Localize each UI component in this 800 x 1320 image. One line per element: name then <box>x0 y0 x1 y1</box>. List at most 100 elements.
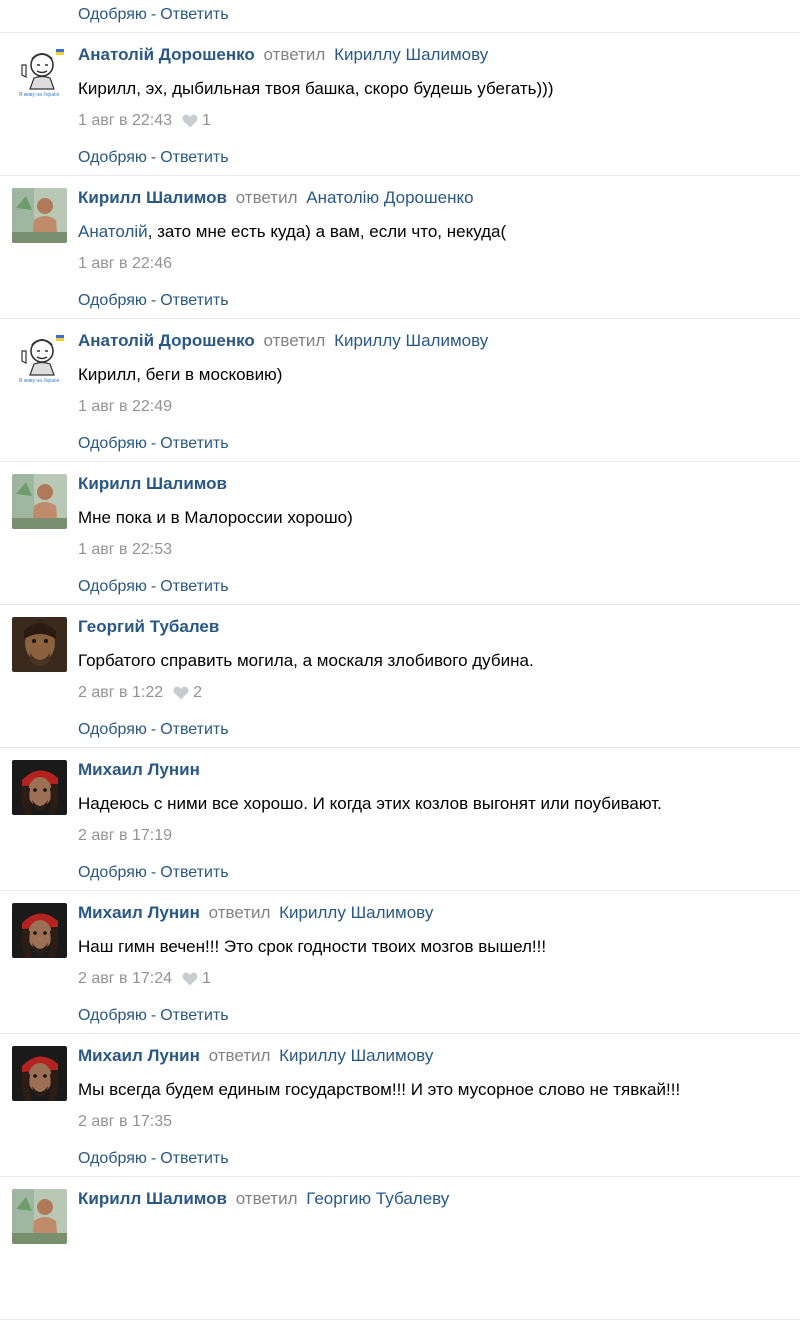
comment-header: Георгий Тубалев <box>78 617 219 637</box>
replied-label: ответил <box>208 1046 271 1065</box>
reply-target-link[interactable]: Кириллу Шалимову <box>279 1046 433 1065</box>
author-name-link[interactable]: Кирилл Шалимов <box>78 1189 227 1208</box>
replied-label: ответил <box>263 331 326 350</box>
approve-link[interactable]: Одобряю <box>78 1150 147 1167</box>
comment-header: Кирилл Шалимов <box>78 474 227 494</box>
replied-label: ответил <box>235 1189 298 1208</box>
author-name-link[interactable]: Кирилл Шалимов <box>78 188 227 207</box>
comment-item: Михаил Лунин ответил Кириллу Шалимову На… <box>0 891 800 1034</box>
reply-target-link[interactable]: Кириллу Шалимову <box>279 903 433 922</box>
comment-header: Анатолій Дорошенко ответил Кириллу Шалим… <box>78 45 488 65</box>
comment-meta: 2 авг в 17:24 1 <box>78 970 211 988</box>
action-separator: - <box>150 1150 157 1167</box>
author-name-link[interactable]: Георгий Тубалев <box>78 617 219 636</box>
timestamp-link[interactable]: 1 авг в 22:43 <box>78 112 172 130</box>
approve-link[interactable]: Одобряю <box>78 721 147 738</box>
comment-text: Анатолій, зато мне есть куда) а вам, есл… <box>78 222 506 242</box>
author-name-link[interactable]: Анатолій Дорошенко <box>78 45 255 64</box>
comment-item: Михаил Лунин ответил Кириллу Шалимову Мы… <box>0 1034 800 1177</box>
reply-target-link[interactable]: Георгию Тубалеву <box>306 1189 449 1208</box>
avatar[interactable] <box>12 617 67 672</box>
approve-link[interactable]: Одобряю <box>78 292 147 309</box>
reply-link[interactable]: Ответить <box>160 864 228 881</box>
reply-link[interactable]: Ответить <box>160 721 228 738</box>
comment-item: Кирилл Шалимов Мне пока и в Малороссии х… <box>0 462 800 605</box>
comment-body-text: Надеюсь с ними все хорошо. И когда этих … <box>78 794 662 813</box>
approve-link[interactable]: Одобряю <box>78 435 147 452</box>
comment-actions: Одобряю - Ответить <box>78 6 229 24</box>
comment-body-text: Кирилл, эх, дыбильная твоя башка, скоро … <box>78 79 554 98</box>
heart-icon <box>182 114 198 128</box>
approve-link[interactable]: Одобряю <box>78 864 147 881</box>
author-name-link[interactable]: Михаил Лунин <box>78 903 200 922</box>
avatar[interactable] <box>12 1189 67 1244</box>
approve-link[interactable]: Одобряю <box>78 149 147 166</box>
comment-item: Анатолій, ты олень) 1 авг в 22:42 Одобря… <box>0 0 800 33</box>
comment-actions: Одобряю - Ответить <box>78 1007 229 1025</box>
comment-meta: 1 авг в 22:53 <box>78 541 172 559</box>
avatar[interactable] <box>12 903 67 958</box>
timestamp-link[interactable]: 1 авг в 22:53 <box>78 541 172 559</box>
comment-body-text: , зато мне есть куда) а вам, если что, н… <box>147 222 507 241</box>
reply-link[interactable]: Ответить <box>160 292 228 309</box>
reply-target-link[interactable]: Анатолію Дорошенко <box>306 188 473 207</box>
replied-label: ответил <box>263 45 326 64</box>
comment-item: Георгий Тубалев Горбатого справить могил… <box>0 605 800 748</box>
replied-label: ответил <box>235 188 298 207</box>
approve-link[interactable]: Одобряю <box>78 578 147 595</box>
avatar[interactable] <box>12 1046 67 1101</box>
comment-actions: Одобряю - Ответить <box>78 292 229 310</box>
approve-link[interactable]: Одобряю <box>78 6 147 23</box>
comment-actions: Одобряю - Ответить <box>78 1150 229 1168</box>
timestamp-link[interactable]: 1 авг в 22:49 <box>78 398 172 416</box>
avatar[interactable] <box>12 474 67 529</box>
timestamp-link[interactable]: 2 авг в 17:24 <box>78 970 172 988</box>
reply-link[interactable]: Ответить <box>160 1007 228 1024</box>
comment-item: Я живу на Україні Анатолій Дорошенко отв… <box>0 319 800 462</box>
comment-meta: 2 авг в 17:35 <box>78 1113 172 1131</box>
action-separator: - <box>150 149 157 166</box>
timestamp-link[interactable]: 2 авг в 17:19 <box>78 827 172 845</box>
avatar[interactable] <box>12 188 67 243</box>
reply-target-link[interactable]: Кириллу Шалимову <box>334 45 488 64</box>
author-name-link[interactable]: Кирилл Шалимов <box>78 474 227 493</box>
like-button[interactable]: 1 <box>182 970 211 988</box>
reply-link[interactable]: Ответить <box>160 435 228 452</box>
timestamp-link[interactable]: 1 авг в 22:46 <box>78 255 172 273</box>
comment-actions: Одобряю - Ответить <box>78 864 229 882</box>
comment-body-text: Кирилл, беги в московию) <box>78 365 283 384</box>
comment-meta: 1 авг в 22:49 <box>78 398 172 416</box>
avatar[interactable] <box>12 760 67 815</box>
reply-link[interactable]: Ответить <box>160 578 228 595</box>
comment-text: Горбатого справить могила, а москаля зло… <box>78 651 534 671</box>
comment-text: Мы всегда будем единым государством!!! И… <box>78 1080 680 1100</box>
author-name-link[interactable]: Анатолій Дорошенко <box>78 331 255 350</box>
avatar-photo-icon <box>12 474 67 529</box>
like-button[interactable]: 2 <box>173 684 202 702</box>
comment-meta: 2 авг в 1:22 2 <box>78 684 202 702</box>
comment-body-text: Горбатого справить могила, а москаля зло… <box>78 651 534 670</box>
action-separator: - <box>150 1007 157 1024</box>
comment-meta: 1 авг в 22:46 <box>78 255 172 273</box>
reply-link[interactable]: Ответить <box>160 6 228 23</box>
like-count: 2 <box>193 684 203 701</box>
avatar[interactable]: Я живу на Україні <box>12 331 67 386</box>
comment-header: Анатолій Дорошенко ответил Кириллу Шалим… <box>78 331 488 351</box>
timestamp-link[interactable]: 2 авг в 17:35 <box>78 1113 172 1131</box>
author-name-link[interactable]: Михаил Лунин <box>78 760 200 779</box>
reply-link[interactable]: Ответить <box>160 149 228 166</box>
comment-header: Кирилл Шалимов ответил Анатолію Дорошенк… <box>78 188 474 208</box>
timestamp-link[interactable]: 2 авг в 1:22 <box>78 684 163 702</box>
comment-text: Надеюсь с ними все хорошо. И когда этих … <box>78 794 662 814</box>
avatar[interactable]: Я живу на Україні <box>12 45 67 100</box>
reply-target-link[interactable]: Кириллу Шалимову <box>334 331 488 350</box>
author-name-link[interactable]: Михаил Лунин <box>78 1046 200 1065</box>
reply-link[interactable]: Ответить <box>160 1150 228 1167</box>
action-separator: - <box>150 864 157 881</box>
approve-link[interactable]: Одобряю <box>78 1007 147 1024</box>
comment-item: Кирилл Шалимов ответил Анатолію Дорошенк… <box>0 176 800 319</box>
comment-text: Мне пока и в Малороссии хорошо) <box>78 508 353 528</box>
mention-link[interactable]: Анатолій <box>78 222 148 241</box>
avatar-photo-icon: Я живу на Україні <box>12 45 67 100</box>
like-button[interactable]: 1 <box>182 112 211 130</box>
